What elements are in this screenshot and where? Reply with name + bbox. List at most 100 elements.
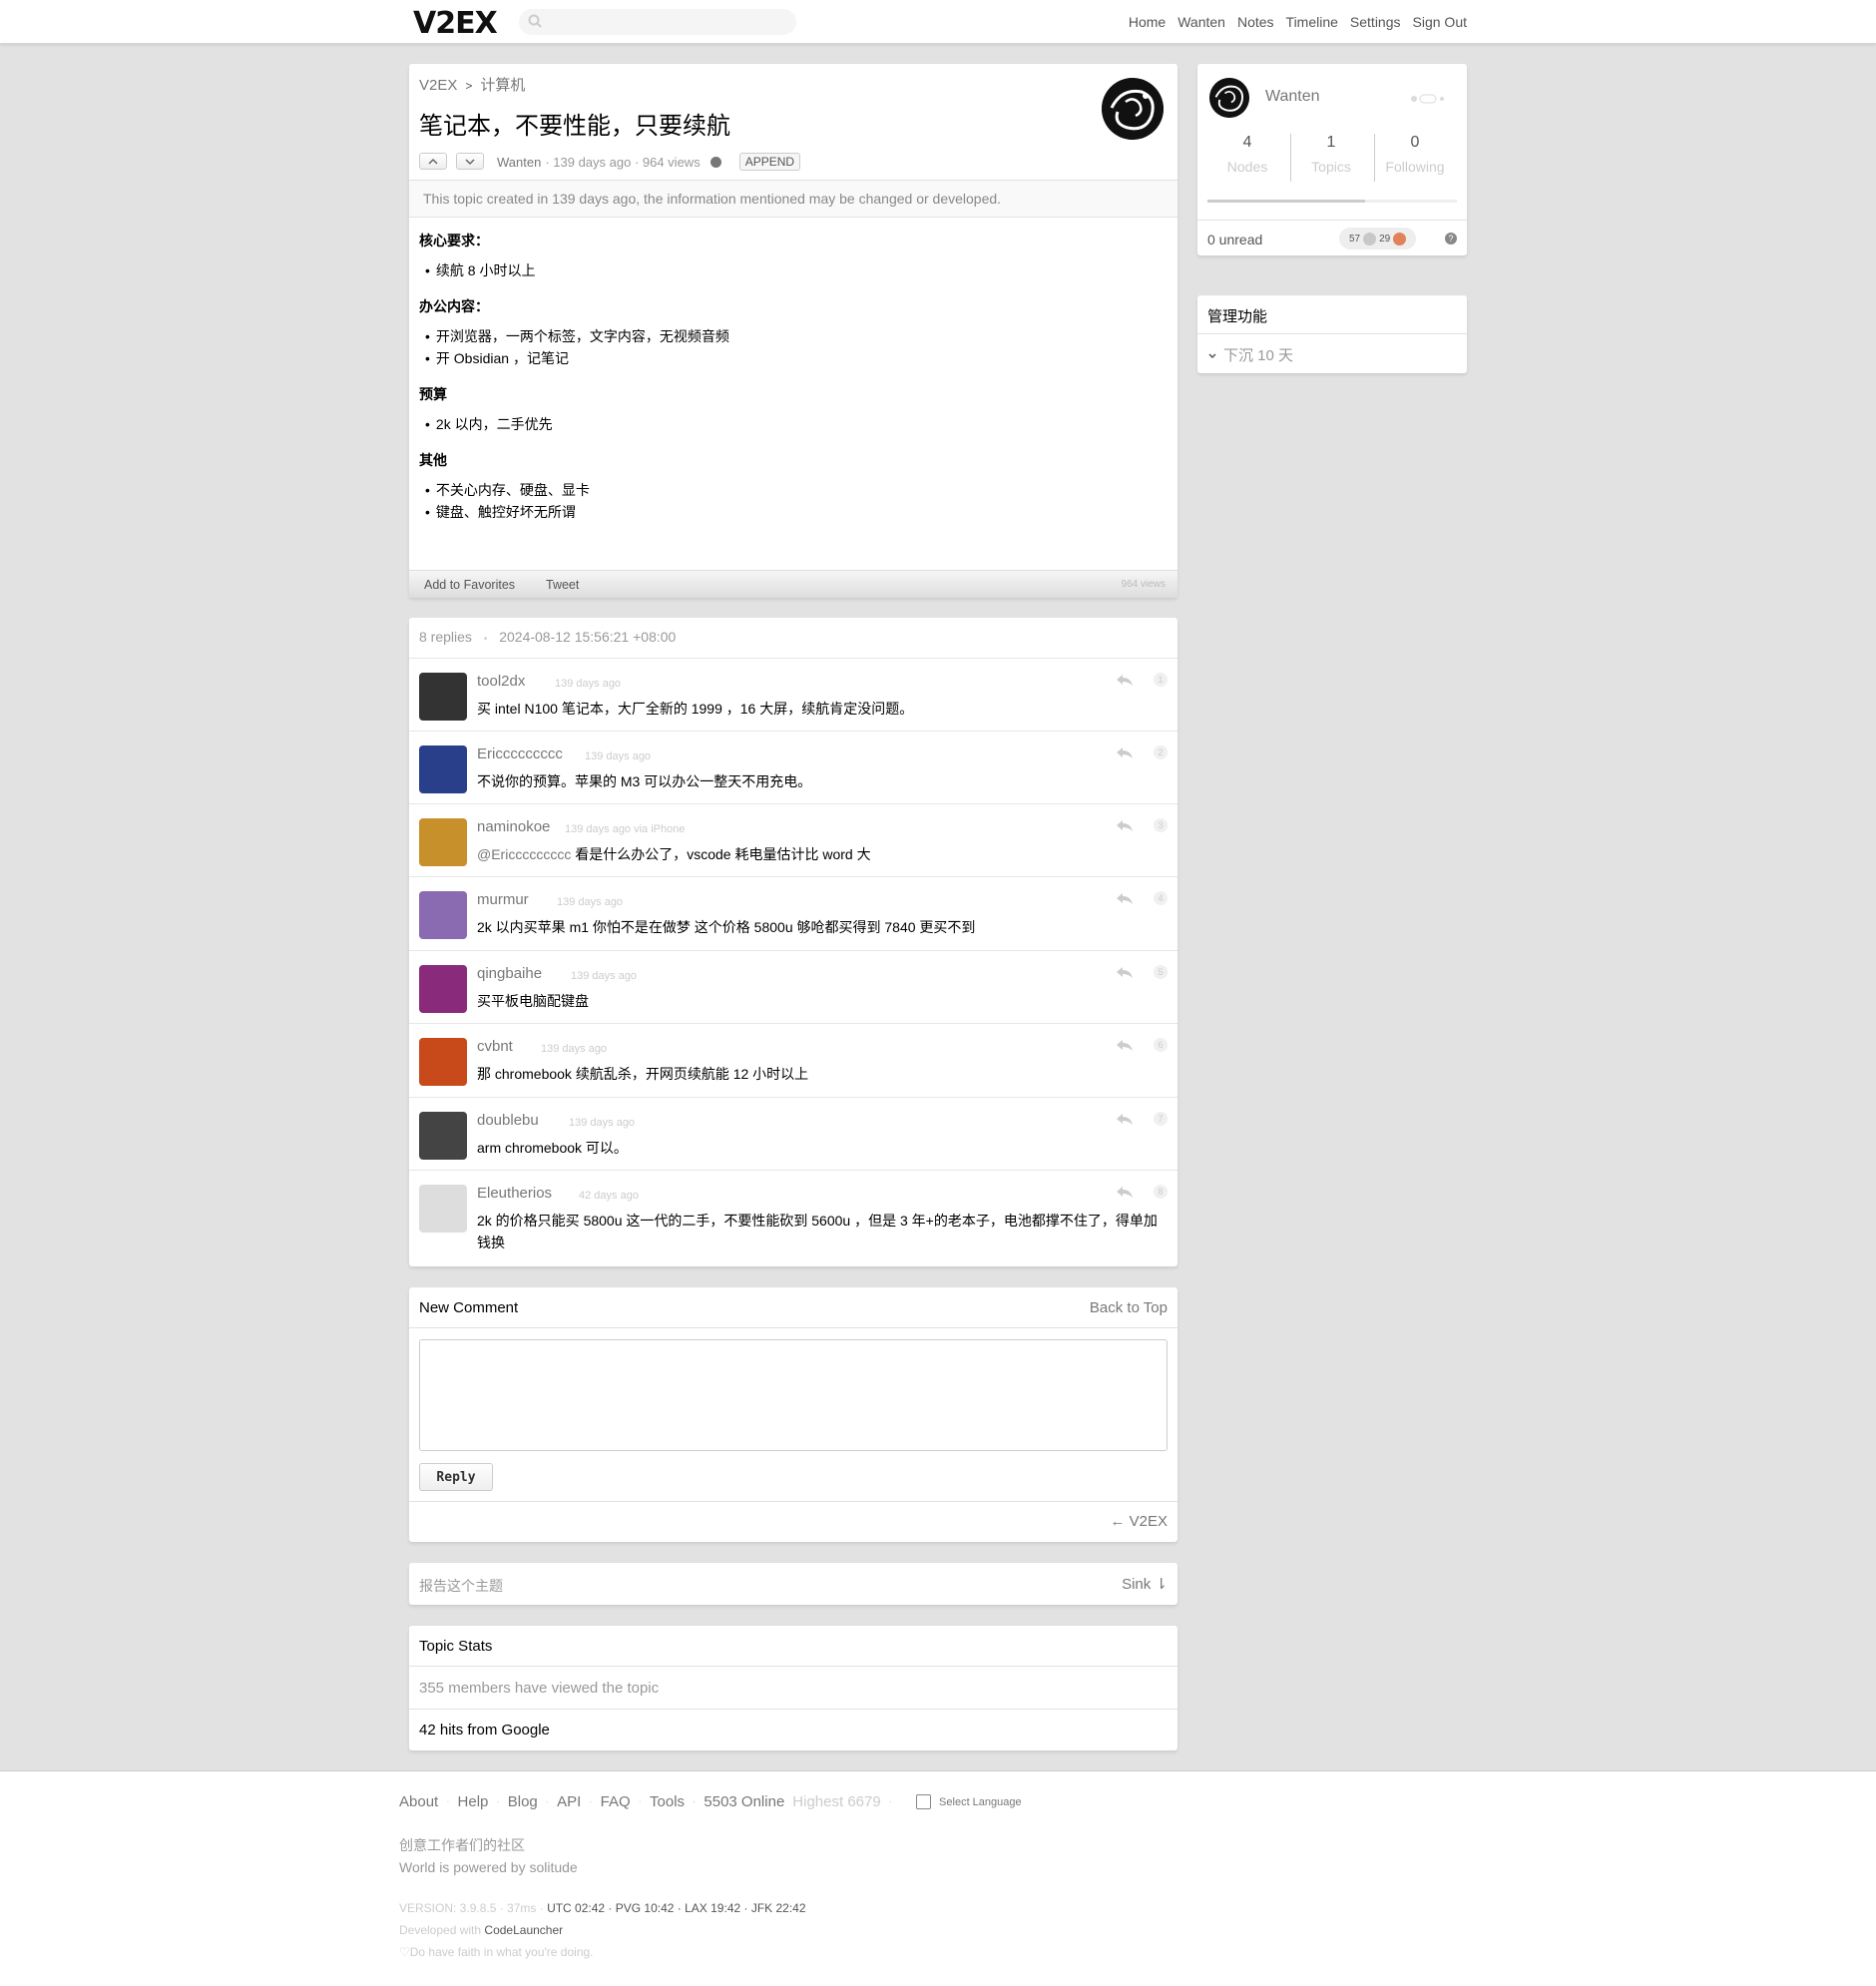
footer-faq[interactable]: FAQ	[601, 1793, 631, 1810]
reply-username[interactable]: doublebu	[477, 1112, 539, 1129]
reply-arrow-icon[interactable]	[1116, 1112, 1134, 1126]
reply-text: @Ericcccccccc 看是什么办公了，vscode 耗电量估计比 word…	[477, 843, 1166, 865]
balance-badge[interactable]: 57 29	[1339, 228, 1417, 249]
reply-avatar[interactable]	[419, 1185, 467, 1233]
separator-dot: •	[483, 634, 488, 645]
info-icon[interactable]	[709, 156, 721, 168]
new-comment-title: New Comment	[419, 1299, 519, 1316]
reply-username[interactable]: qingbaihe	[477, 965, 542, 982]
theme-toggle-icon[interactable]	[1411, 94, 1445, 104]
reply-body: 那 chromebook 续航乱杀，开网页续航能 12 小时以上	[477, 1066, 809, 1082]
upvote-button[interactable]	[419, 153, 447, 170]
footer-blog[interactable]: Blog	[508, 1793, 538, 1810]
topic-time-views: · 139 days ago · 964 views	[545, 154, 701, 170]
bronze-coin-icon	[1393, 232, 1407, 246]
content-item: 开浏览器，一两个标签，文字内容，无视频音频	[419, 325, 729, 347]
search-input[interactable]	[519, 9, 796, 35]
breadcrumb-separator: >	[465, 79, 473, 93]
downvote-button[interactable]	[456, 153, 484, 170]
breadcrumb-node[interactable]: 计算机	[480, 77, 525, 94]
report-box: 报告这个主题 Sink ⇂	[409, 1563, 1177, 1605]
reply-avatar[interactable]	[419, 965, 467, 1013]
reply-arrow-icon[interactable]	[1116, 745, 1134, 759]
stat-topics-count: 1	[1326, 134, 1336, 151]
unread-notifications-link[interactable]: 0 unread	[1207, 232, 1262, 248]
reply-arrow-icon[interactable]	[1116, 965, 1134, 979]
content-item: 键盘、触控好坏无所谓	[419, 501, 729, 523]
topic-stats-title: Topic Stats	[419, 1638, 493, 1655]
floor-number: 3	[1154, 818, 1168, 832]
reply-arrow-icon[interactable]	[1116, 673, 1134, 687]
reply-mention[interactable]: @Ericcccccccc	[477, 846, 571, 862]
stat-topics[interactable]: 1 Topics	[1291, 134, 1371, 175]
views-count: 964 views	[1121, 579, 1166, 590]
reply-username[interactable]: Eleutherios	[477, 1185, 552, 1202]
nav-settings[interactable]: Settings	[1350, 14, 1401, 30]
reply-username[interactable]: tool2dx	[477, 673, 525, 690]
footer-links: About · Help · Blog · API · FAQ · Tools · 5503…	[399, 1793, 1022, 1810]
v2ex-logo[interactable]: V2EX	[413, 6, 498, 41]
reply-avatar[interactable]	[419, 745, 467, 793]
stat-topics-label: Topics	[1311, 159, 1351, 175]
silver-count: 57	[1349, 233, 1361, 245]
add-to-favorites-link[interactable]: Add to Favorites	[424, 578, 515, 592]
reply-arrow-icon[interactable]	[1116, 818, 1134, 832]
breadcrumb-home[interactable]: V2EX	[419, 77, 457, 94]
stat-nodes[interactable]: 4 Nodes	[1207, 134, 1287, 175]
topic-author[interactable]: Wanten	[497, 155, 541, 170]
nav-sign-out[interactable]: Sign Out	[1413, 14, 1467, 30]
sidebar-username[interactable]: Wanten	[1265, 88, 1320, 106]
reply-avatar[interactable]	[419, 818, 467, 866]
footer-about[interactable]: About	[399, 1793, 438, 1810]
reply-arrow-icon[interactable]	[1116, 1185, 1134, 1199]
reply-text: 不说你的预算。苹果的 M3 可以办公一整天不用充电。	[477, 770, 1166, 792]
back-to-top-link[interactable]: Back to Top	[1090, 1299, 1168, 1316]
footer-slogan-en: World is powered by solitude	[399, 1859, 578, 1875]
stat-following[interactable]: 0 Following	[1375, 134, 1455, 175]
nav-timeline[interactable]: Timeline	[1286, 14, 1338, 30]
reply-username[interactable]: Ericcccccccc	[477, 745, 563, 762]
floor-number: 5	[1154, 965, 1168, 979]
footer-api[interactable]: API	[557, 1793, 581, 1810]
chevron-down-icon	[1208, 353, 1216, 359]
reply-time: 139 days ago	[557, 896, 624, 908]
reply-time: 139 days ago	[555, 678, 622, 690]
top-bar: V2EX Home Wanten Notes Timeline Settings…	[0, 0, 1876, 44]
reply-body: arm chromebook 可以。	[477, 1140, 628, 1156]
admin-box: 管理功能 下沉 10 天	[1197, 295, 1467, 373]
reply-avatar[interactable]	[419, 673, 467, 721]
reply-username[interactable]: murmur	[477, 891, 529, 908]
nav-home[interactable]: Home	[1129, 14, 1166, 30]
nav-wanten[interactable]: Wanten	[1177, 14, 1225, 30]
reply-button[interactable]: Reply	[419, 1463, 493, 1491]
reply-row: murmur 139 days ago 2k 以内买苹果 m1 你怕不是在做梦 这个…	[409, 876, 1177, 949]
author-avatar[interactable]	[1102, 78, 1164, 140]
tweet-link[interactable]: Tweet	[546, 578, 579, 592]
reply-arrow-icon[interactable]	[1116, 891, 1134, 905]
codelauncher-link[interactable]: CodeLauncher	[484, 1923, 563, 1937]
content-heading: 办公内容：	[419, 298, 489, 314]
sink-link[interactable]: Sink ⇂	[1122, 1575, 1168, 1593]
reply-avatar[interactable]	[419, 1112, 467, 1160]
report-topic-link[interactable]: 报告这个主题	[419, 1576, 503, 1596]
sidebar-avatar[interactable]	[1209, 78, 1249, 118]
append-button[interactable]: APPEND	[738, 153, 801, 171]
reply-arrow-icon[interactable]	[1116, 1038, 1134, 1052]
reply-text: 买平板电脑配键盘	[477, 990, 1166, 1012]
progress-fill	[1207, 200, 1365, 203]
back-to-v2ex-link[interactable]: ← V2EX	[1110, 1513, 1168, 1530]
floor-number: 8	[1154, 1185, 1168, 1199]
help-icon[interactable]: ?	[1445, 233, 1457, 245]
reply-avatar[interactable]	[419, 891, 467, 939]
footer-tools[interactable]: Tools	[650, 1793, 685, 1810]
nav-notes[interactable]: Notes	[1237, 14, 1274, 30]
sink-10-days-item[interactable]: 下沉 10 天	[1197, 333, 1467, 373]
new-comment-box: New Comment Back to Top Reply ← V2EX	[409, 1287, 1177, 1542]
comment-textarea[interactable]	[419, 1339, 1168, 1451]
online-count[interactable]: 5503 Online	[704, 1793, 784, 1810]
footer-help[interactable]: Help	[458, 1793, 489, 1810]
reply-username[interactable]: naminokoe	[477, 818, 550, 835]
select-language[interactable]: Select Language	[916, 1794, 1022, 1809]
reply-avatar[interactable]	[419, 1038, 467, 1086]
reply-username[interactable]: cvbnt	[477, 1038, 513, 1055]
